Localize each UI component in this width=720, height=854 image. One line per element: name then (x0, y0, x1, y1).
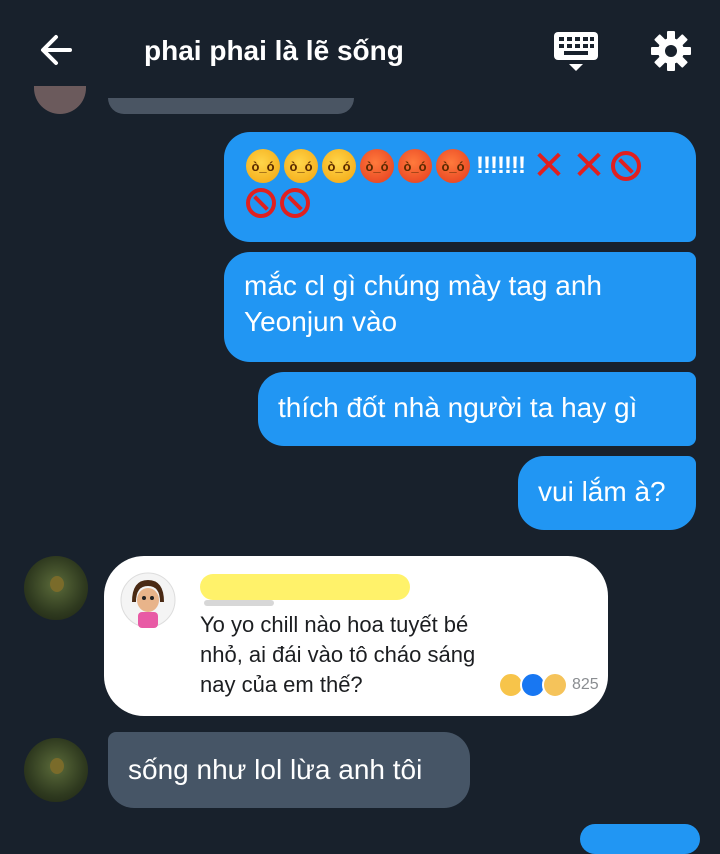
avatar[interactable] (24, 738, 88, 802)
reaction-count: 825 (572, 676, 599, 693)
sad-reaction-icon (542, 672, 568, 698)
prohibited-emoji (246, 188, 276, 218)
message-bubble-outgoing[interactable]: ò_ó ò_ó ò_ó ò_ó ò_ó ò_ó !!!!!!! ✕ ✕ (224, 132, 696, 242)
cross-mark-emoji: ✕ (532, 144, 566, 188)
message-bubble-outgoing[interactable]: mắc cl gì chúng mày tag anh Yeonjun vào (224, 252, 696, 362)
message-bubble-incoming[interactable]: sống như lol lừa anh tôi (108, 732, 470, 808)
message-bubble-outgoing[interactable]: vui lắm à? (518, 456, 696, 530)
comment-text: Yo yo chill nào hoa tuyết bé nhỏ, ai đái… (200, 612, 476, 697)
reaction-bar: 825 (498, 672, 599, 698)
message-text: thích đốt nhà người ta hay gì (278, 392, 638, 423)
annoyed-face-emoji: ò_ó (322, 149, 356, 183)
image-message[interactable]: Yo yo chill nào hoa tuyết bé nhỏ, ai đái… (104, 556, 608, 716)
message-bubble-outgoing[interactable] (580, 824, 700, 854)
message-text: sống như lol lừa anh tôi (128, 754, 423, 785)
avatar[interactable] (24, 556, 88, 620)
redacted-name (204, 600, 274, 606)
avatar[interactable] (34, 86, 86, 114)
angry-face-emoji: ò_ó (436, 149, 470, 183)
message-text: vui lắm à? (538, 476, 666, 507)
angry-face-emoji: ò_ó (360, 149, 394, 183)
exclamation-text: !!!!!!! (476, 152, 526, 179)
message-bubble-incoming[interactable] (108, 98, 354, 114)
message-text: mắc cl gì chúng mày tag anh Yeonjun vào (244, 270, 602, 337)
message-list[interactable]: ò_ó ò_ó ò_ó ò_ó ò_ó ò_ó !!!!!!! ✕ ✕ mắc … (0, 0, 720, 854)
angry-face-emoji: ò_ó (398, 149, 432, 183)
message-bubble-outgoing[interactable]: thích đốt nhà người ta hay gì (258, 372, 696, 446)
emoji-row: ò_ó ò_ó ò_ó ò_ó ò_ó ò_ó !!!!!!! ✕ ✕ (246, 144, 674, 218)
prohibited-emoji (280, 188, 310, 218)
cartoon-avatar-icon (120, 572, 176, 628)
annoyed-face-emoji: ò_ó (246, 149, 280, 183)
redacted-name (200, 574, 410, 600)
cross-mark-emoji: ✕ (572, 144, 606, 188)
annoyed-face-emoji: ò_ó (284, 149, 318, 183)
prohibited-emoji (610, 151, 641, 181)
